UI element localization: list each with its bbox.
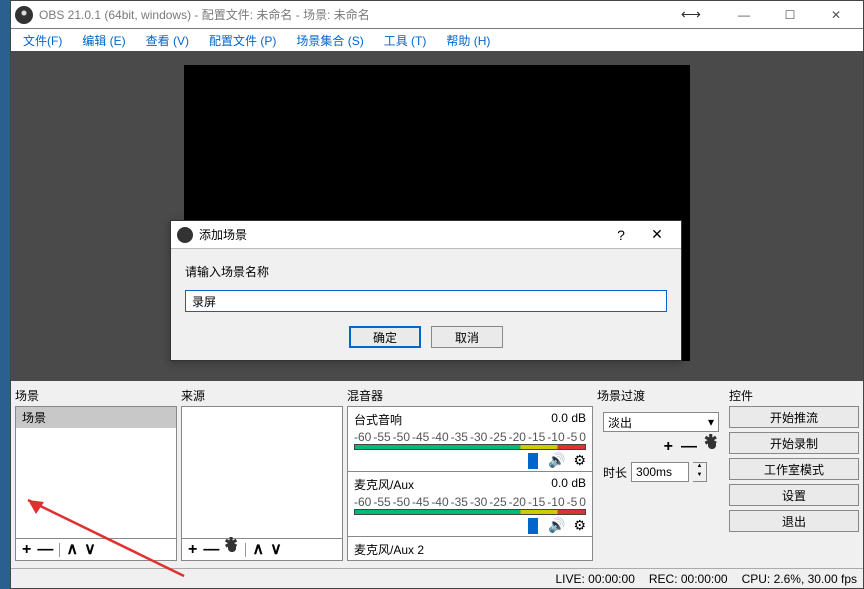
- remove-transition-button[interactable]: —: [681, 439, 697, 455]
- speaker-icon[interactable]: 🔊: [548, 517, 565, 534]
- menubar: 文件(F) 编辑 (E) 查看 (V) 配置文件 (P) 场景集合 (S) 工具…: [11, 29, 863, 51]
- status-rec: REC: 00:00:00: [649, 572, 728, 586]
- channel-name: 台式音响: [354, 411, 402, 428]
- channel-name: 麦克风/Aux: [354, 476, 414, 493]
- dialog-close-button[interactable]: ✕: [639, 226, 675, 243]
- source-up-button[interactable]: ∧: [252, 542, 264, 558]
- gear-icon: [705, 438, 719, 452]
- remove-source-button[interactable]: —: [203, 542, 219, 558]
- mixer-channel: 麦克风/Aux 0.0 dB -60-55-50-45-40-35-30-25-…: [348, 472, 592, 537]
- duration-label: 时长: [603, 464, 627, 481]
- sources-panel-title: 来源: [181, 385, 343, 406]
- mixer-channel: 麦克风/Aux 2 -60-55-50-45-40-35-30-25-20-15…: [348, 537, 592, 561]
- meter-bar: [354, 509, 586, 515]
- dialog-help-button[interactable]: ?: [603, 227, 639, 243]
- source-settings-button[interactable]: [225, 541, 239, 559]
- mixer-channel: 台式音响 0.0 dB -60-55-50-45-40-35-30-25-20-…: [348, 407, 592, 472]
- meter-bar: [354, 444, 586, 450]
- studio-mode-button[interactable]: 工作室模式: [729, 458, 859, 480]
- add-scene-dialog: 添加场景 ? ✕ 请输入场景名称 确定 取消: [170, 220, 682, 361]
- window-title: OBS 21.0.1 (64bit, windows) - 配置文件: 未命名 …: [39, 6, 681, 23]
- cancel-button[interactable]: 取消: [431, 326, 503, 348]
- sources-list[interactable]: [181, 406, 343, 539]
- source-down-button[interactable]: ∨: [270, 542, 282, 558]
- ok-button[interactable]: 确定: [349, 326, 421, 348]
- chevron-down-icon: ▾: [708, 415, 714, 429]
- obs-logo-icon: [177, 227, 193, 243]
- status-live: LIVE: 00:00:00: [555, 572, 634, 586]
- sources-toolbar: + — ∧ ∨: [181, 539, 343, 561]
- dialog-title: 添加场景: [199, 226, 603, 243]
- minimize-button[interactable]: —: [721, 1, 767, 29]
- meter-ticks: -60-55-50-45-40-35-30-25-20-15-10-50: [354, 430, 586, 444]
- menu-help[interactable]: 帮助 (H): [438, 30, 498, 51]
- channel-name: 麦克风/Aux 2: [354, 541, 424, 558]
- meter-ticks: -60-55-50-45-40-35-30-25-20-15-10-50: [354, 495, 586, 509]
- exit-button[interactable]: 退出: [729, 510, 859, 532]
- menu-edit[interactable]: 编辑 (E): [74, 30, 133, 51]
- controls-panel-title: 控件: [729, 385, 859, 406]
- dialog-prompt: 请输入场景名称: [185, 263, 667, 280]
- menu-profile[interactable]: 配置文件 (P): [201, 30, 284, 51]
- duration-spinner[interactable]: ▲▼: [693, 462, 707, 482]
- obs-logo-icon: [15, 6, 33, 24]
- controls-panel: 控件 开始推流开始录制工作室模式设置退出: [729, 385, 859, 561]
- menu-view[interactable]: 查看 (V): [138, 30, 197, 51]
- volume-slider[interactable]: [528, 453, 538, 469]
- maximize-button[interactable]: ☐: [767, 1, 813, 29]
- duration-input[interactable]: [631, 462, 689, 482]
- start-record-button[interactable]: 开始录制: [729, 432, 859, 454]
- mixer-panel: 混音器 台式音响 0.0 dB -60-55-50-45-40-35-30-25…: [347, 385, 593, 561]
- sources-panel: 来源 + — ∧ ∨: [181, 385, 343, 561]
- annotation-arrow: [14, 490, 194, 586]
- menu-scene-collection[interactable]: 场景集合 (S): [288, 30, 371, 51]
- channel-level: 0.0 dB: [551, 411, 586, 428]
- transition-settings-button[interactable]: [705, 438, 719, 456]
- channel-level: 0.0 dB: [551, 476, 586, 493]
- gear-icon: [225, 541, 239, 555]
- start-stream-button[interactable]: 开始推流: [729, 406, 859, 428]
- gear-icon[interactable]: ⚙: [573, 517, 586, 534]
- mixer-list: 台式音响 0.0 dB -60-55-50-45-40-35-30-25-20-…: [347, 406, 593, 561]
- volume-slider[interactable]: [528, 518, 538, 534]
- menu-tools[interactable]: 工具 (T): [376, 30, 435, 51]
- scenes-panel-title: 场景: [15, 385, 177, 406]
- split-arrows-icon[interactable]: ⟷: [681, 6, 701, 23]
- transition-select[interactable]: 淡出 ▾: [603, 412, 719, 432]
- gear-icon[interactable]: ⚙: [573, 452, 586, 469]
- close-button[interactable]: ✕: [813, 1, 859, 29]
- speaker-icon[interactable]: 🔊: [548, 452, 565, 469]
- transitions-panel-title: 场景过渡: [597, 385, 725, 406]
- scene-name-input[interactable]: [185, 290, 667, 312]
- transitions-panel: 场景过渡 淡出 ▾ + — 时长 ▲▼: [597, 385, 725, 561]
- scene-item[interactable]: 场景: [16, 407, 176, 429]
- settings-button[interactable]: 设置: [729, 484, 859, 506]
- mixer-panel-title: 混音器: [347, 385, 593, 406]
- status-cpu: CPU: 2.6%, 30.00 fps: [742, 572, 857, 586]
- add-transition-button[interactable]: +: [664, 439, 673, 455]
- menu-file[interactable]: 文件(F): [15, 30, 70, 51]
- titlebar: OBS 21.0.1 (64bit, windows) - 配置文件: 未命名 …: [11, 1, 863, 29]
- transition-value: 淡出: [608, 414, 632, 431]
